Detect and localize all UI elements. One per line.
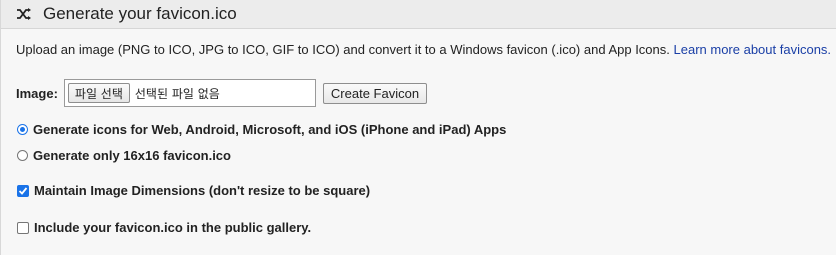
maintain-dimensions-checkbox[interactable] [17, 184, 29, 197]
create-favicon-button[interactable]: Create Favicon [322, 82, 428, 104]
checkbox-option-public-gallery[interactable]: Include your favicon.ico in the public g… [17, 220, 311, 235]
page-title: Generate your favicon.ico [43, 4, 237, 23]
radio-all-platforms-label: Generate icons for Web, Android, Microso… [33, 122, 507, 137]
panel-header: Generate your favicon.ico [1, 0, 836, 29]
checkbox-option-maintain-dimensions[interactable]: Maintain Image Dimensions (don't resize … [17, 183, 370, 198]
image-upload-row: Image: 파일 선택 선택된 파일 없음 Create Favicon [16, 79, 428, 107]
radio-option-16x16[interactable]: Generate only 16x16 favicon.ico [17, 148, 231, 163]
learn-more-link[interactable]: Learn more about favicons. [674, 42, 832, 57]
image-label: Image: [16, 85, 58, 101]
public-gallery-checkbox[interactable] [17, 221, 29, 234]
intro-text: Upload an image (PNG to ICO, JPG to ICO,… [16, 42, 831, 57]
no-file-chosen-text: 선택된 파일 없음 [134, 86, 220, 101]
maintain-dimensions-label: Maintain Image Dimensions (don't resize … [34, 183, 371, 198]
checkmark-icon [18, 186, 28, 195]
file-input[interactable]: 파일 선택 선택된 파일 없음 [63, 79, 316, 107]
choose-file-button[interactable]: 파일 선택 [67, 83, 130, 103]
favicon-generator-panel: Generate your favicon.ico Upload an imag… [0, 0, 836, 255]
public-gallery-label: Include your favicon.ico in the public g… [34, 220, 312, 235]
shuffle-icon [15, 5, 33, 23]
radio-16x16[interactable] [17, 150, 28, 161]
radio-all-platforms[interactable] [17, 124, 28, 135]
intro-description: Upload an image (PNG to ICO, JPG to ICO,… [16, 42, 674, 57]
radio-16x16-label: Generate only 16x16 favicon.ico [33, 148, 231, 163]
radio-option-all-platforms[interactable]: Generate icons for Web, Android, Microso… [17, 122, 506, 137]
